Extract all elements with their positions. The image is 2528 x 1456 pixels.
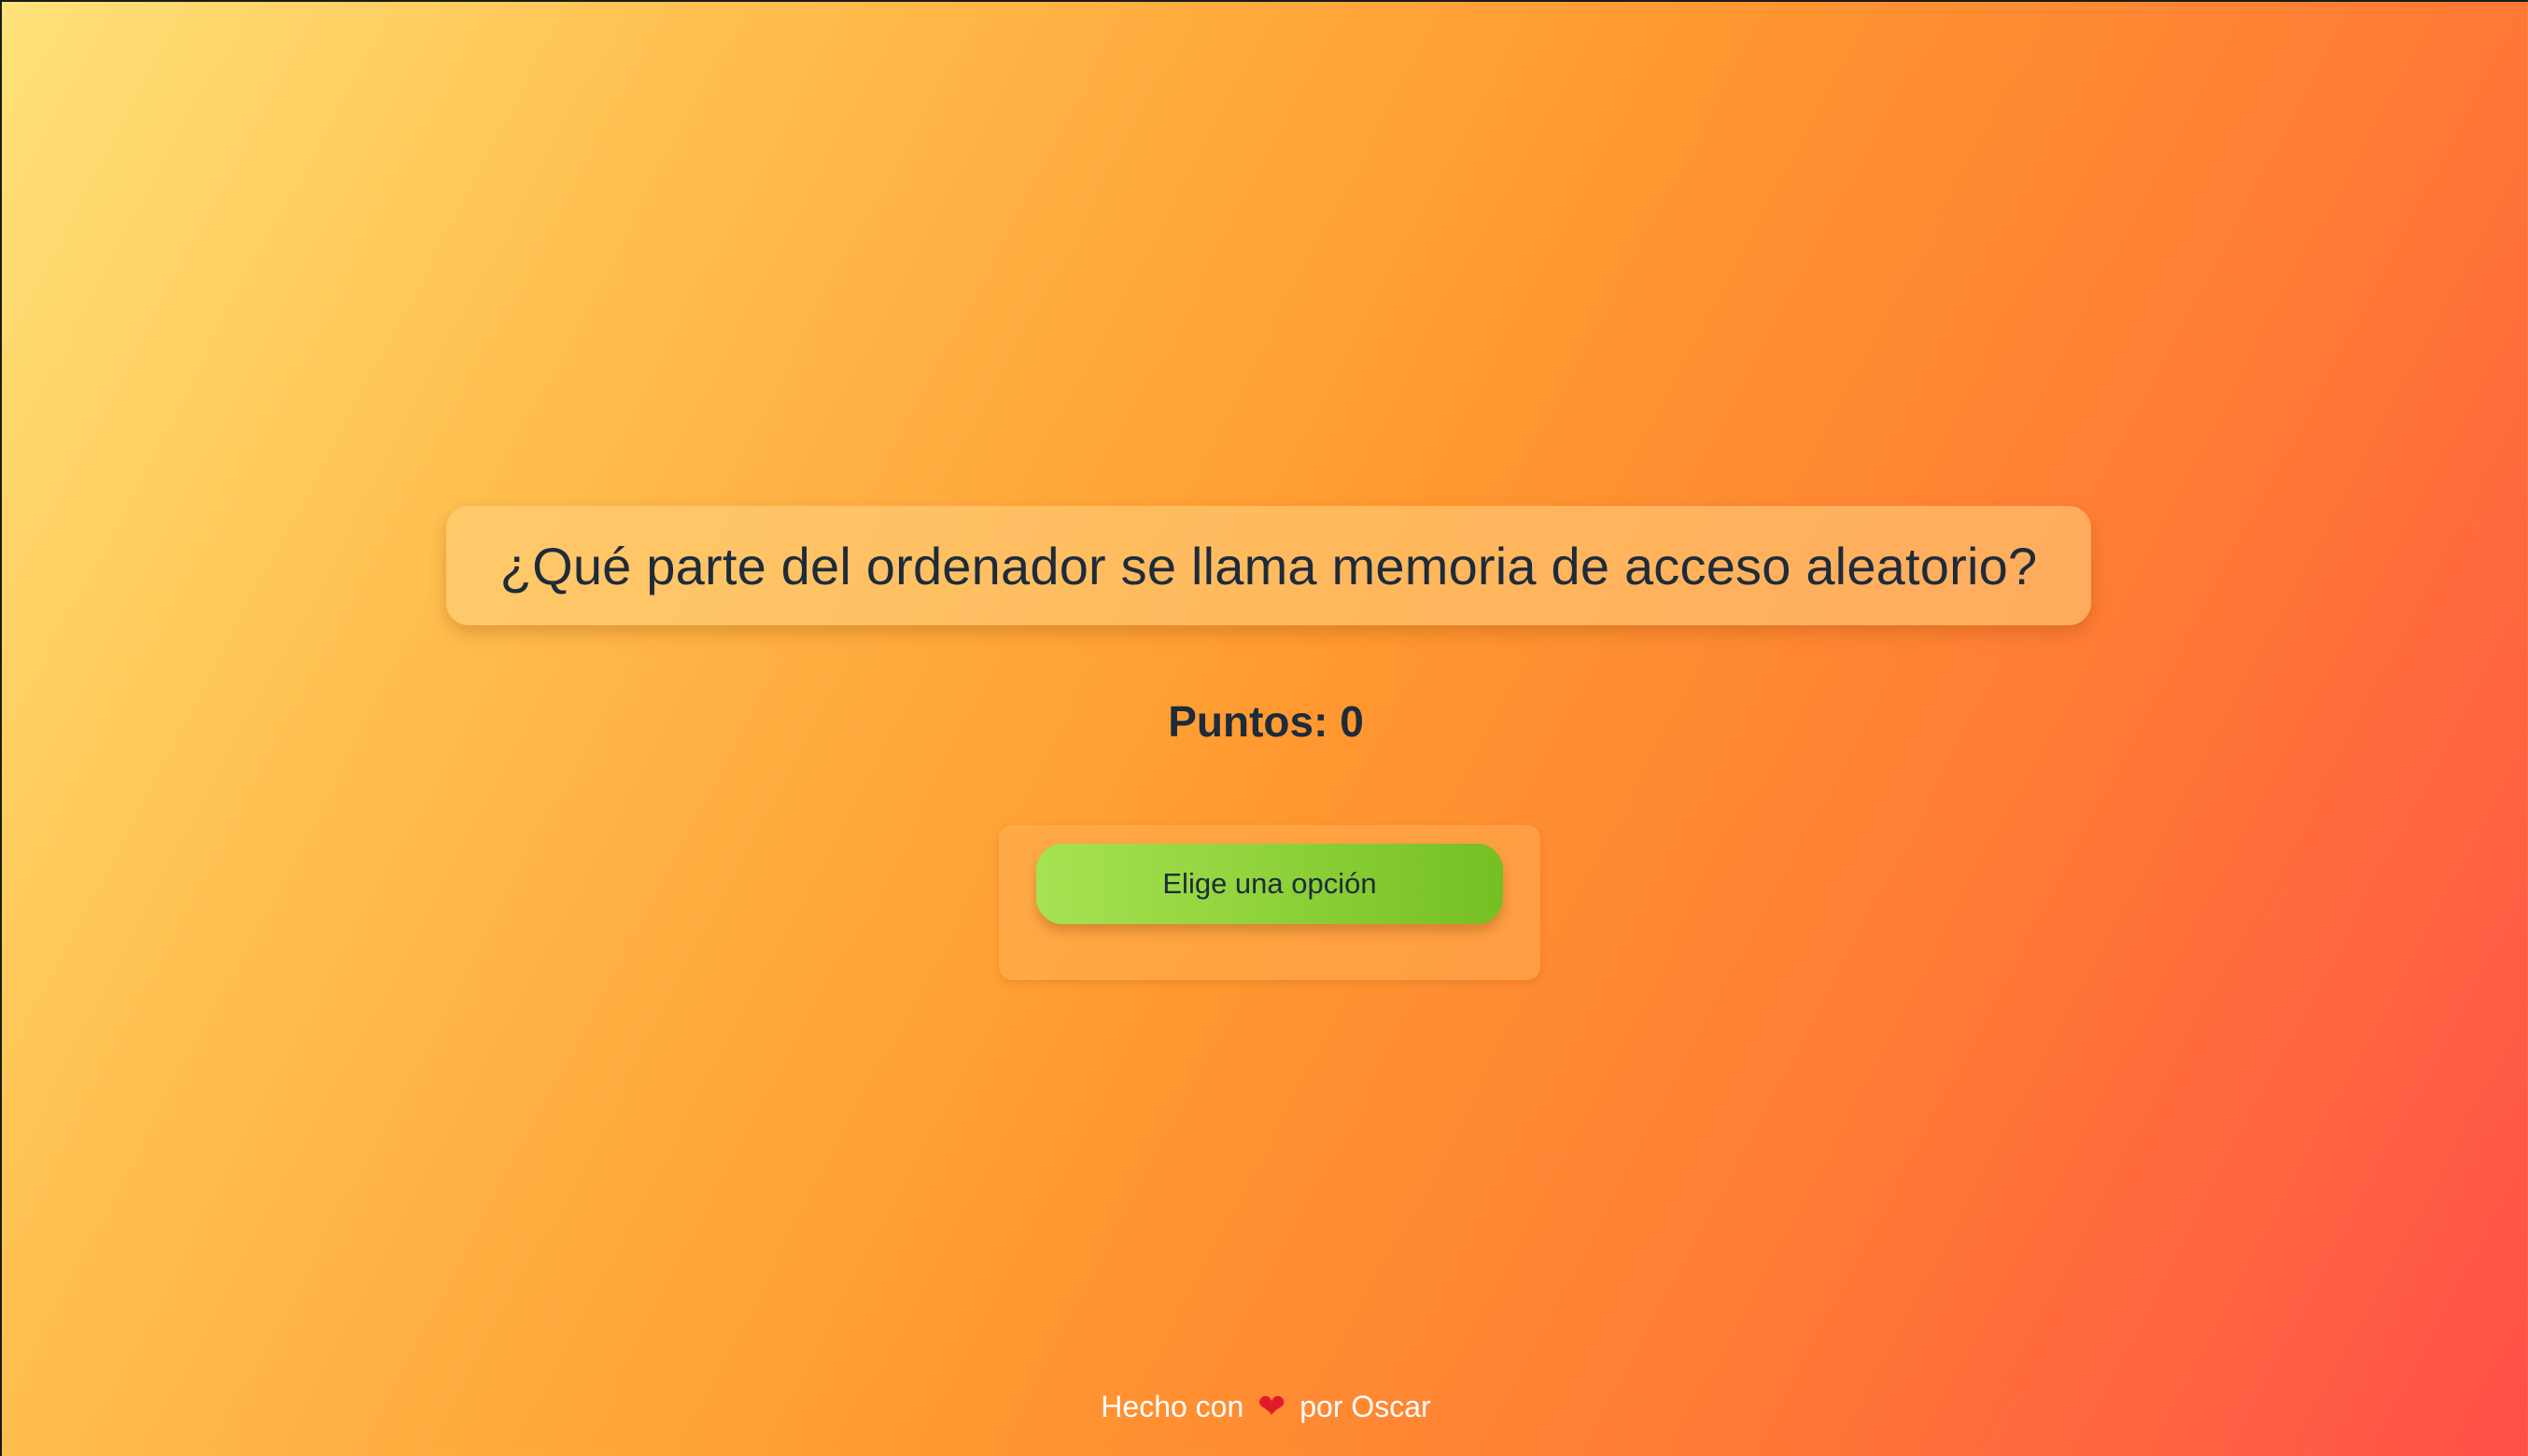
footer-suffix: por Oscar <box>1299 1390 1431 1423</box>
question-text: ¿Qué parte del ordenador se llama memori… <box>499 536 2038 595</box>
question-card: ¿Qué parte del ordenador se llama memori… <box>446 506 2091 625</box>
options-panel: Elige una opción <box>999 825 1540 980</box>
choose-option-button[interactable]: Elige una opción <box>1036 844 1503 924</box>
score-label: Puntos: 0 <box>1168 697 1364 746</box>
heart-icon: ❤ <box>1257 1388 1286 1426</box>
footer: Hecho con ❤ por Oscar <box>2 1387 2528 1426</box>
footer-prefix: Hecho con <box>1101 1390 1244 1423</box>
